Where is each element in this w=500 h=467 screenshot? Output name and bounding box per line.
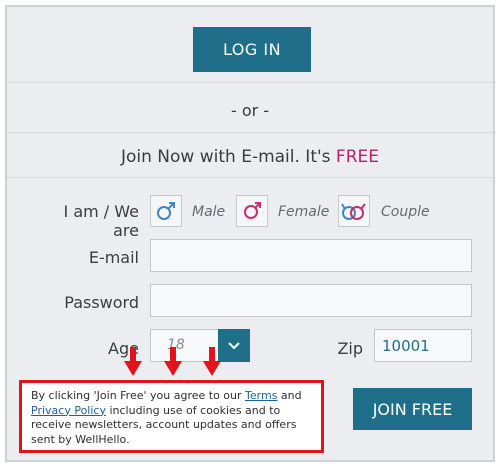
male-label: Male [192, 204, 226, 220]
free-highlight: FREE [335, 147, 379, 167]
terms-link[interactable]: Terms [245, 389, 277, 402]
or-divider: - or - [230, 101, 270, 120]
female-option[interactable] [236, 195, 268, 227]
chevron-down-icon[interactable] [218, 329, 250, 362]
privacy-policy-link[interactable]: Privacy Policy [31, 404, 106, 417]
divider-line [7, 177, 493, 178]
signup-panel: LOG IN - or - Join Now with E-mail. It's… [5, 5, 495, 462]
zip-field[interactable]: 10001 [374, 329, 472, 362]
female-label: Female [278, 204, 330, 220]
notice-text: and [277, 389, 302, 402]
gender-label: I am / We are [63, 202, 139, 240]
password-label: Password [64, 293, 139, 312]
join-free-button[interactable]: JOIN FREE [353, 388, 472, 430]
email-label: E-mail [88, 248, 139, 267]
couple-label: Couple [381, 204, 430, 220]
divider-line [7, 82, 493, 83]
zip-label: Zip [337, 339, 363, 358]
password-field[interactable] [150, 284, 472, 317]
divider-line [7, 132, 493, 133]
consent-notice: By clicking 'Join Free' you agree to our… [19, 380, 324, 453]
notice-text: By clicking 'Join Free' you agree to our [31, 389, 246, 402]
female-icon [244, 202, 261, 219]
join-now-text: Join Now with E-mail. It's [120, 147, 336, 167]
male-option[interactable] [150, 195, 182, 227]
join-now-heading: Join Now with E-mail. It's FREE [7, 147, 493, 167]
arrow-down-icon [124, 347, 142, 376]
login-button[interactable]: LOG IN [193, 27, 311, 72]
arrow-down-icon [203, 347, 221, 376]
email-field[interactable] [150, 239, 472, 272]
couple-icon [341, 203, 366, 220]
couple-option[interactable] [338, 195, 370, 227]
male-icon [157, 202, 175, 220]
arrow-down-icon [164, 347, 182, 376]
